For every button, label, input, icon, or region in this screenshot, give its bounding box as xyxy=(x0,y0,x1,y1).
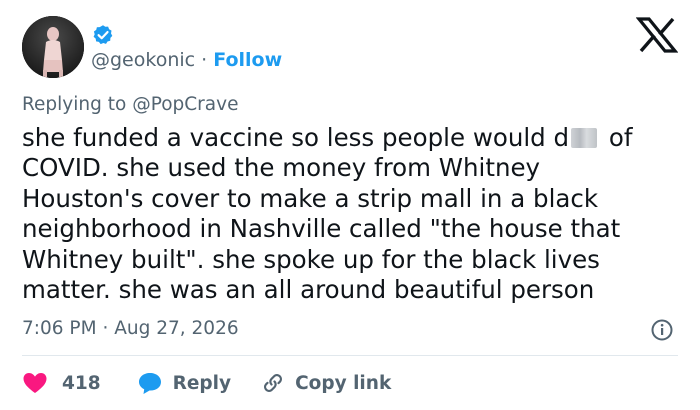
copy-link-label: Copy link xyxy=(295,372,392,394)
tweet-timestamp[interactable]: 7:06 PM · Aug 27, 2026 xyxy=(22,316,239,342)
tweet-line-start: she funded a vaccine so less people woul… xyxy=(22,123,570,152)
tweet-line: matter. she was an all around beautiful … xyxy=(22,275,595,305)
replying-to: Replying to @PopCrave xyxy=(22,93,238,117)
tweet-line: she funded a vaccine so less people woul… xyxy=(22,123,672,153)
reply-button[interactable]: Reply xyxy=(137,371,231,395)
timestamp-separator: · xyxy=(102,318,109,339)
tweet-line: Whitney built". she spoke up for the bla… xyxy=(22,244,600,274)
x-logo-icon[interactable] xyxy=(636,17,678,53)
follow-button[interactable]: Follow xyxy=(213,49,282,71)
like-button[interactable]: 418 xyxy=(22,371,101,395)
tweet-line: neighborhood in Nashville called "the ho… xyxy=(22,214,621,244)
replying-prefix: Replying to xyxy=(22,94,127,115)
divider xyxy=(22,355,678,356)
heart-icon xyxy=(23,373,47,393)
author-handle[interactable]: @geokonic xyxy=(91,49,195,71)
tweet-text: she funded a vaccine so less people woul… xyxy=(22,123,672,305)
like-count: 418 xyxy=(62,372,101,394)
censor-blur xyxy=(571,128,598,148)
tweet-time: 7:06 PM xyxy=(22,318,97,339)
tweet-date: Aug 27, 2026 xyxy=(114,318,239,339)
reply-label: Reply xyxy=(172,372,232,394)
avatar-image xyxy=(22,16,84,78)
reply-bubble-icon xyxy=(138,373,161,394)
author-separator: · xyxy=(201,49,208,71)
replying-target-link[interactable]: @PopCrave xyxy=(132,94,238,115)
author-row: @geokonic · Follow xyxy=(91,48,282,72)
tweet-line-end: of xyxy=(601,123,633,152)
link-icon xyxy=(264,374,283,392)
tweet-line: COVID. she used the money from Whitney xyxy=(22,153,541,183)
verified-badge-icon xyxy=(93,25,113,45)
action-bar: 418 Reply Copy link xyxy=(22,370,391,396)
avatar[interactable] xyxy=(22,16,84,78)
copy-link-button[interactable]: Copy link xyxy=(261,371,391,395)
tweet-line: Houston's cover to make a strip mall in … xyxy=(22,183,599,213)
info-icon[interactable] xyxy=(650,318,674,342)
